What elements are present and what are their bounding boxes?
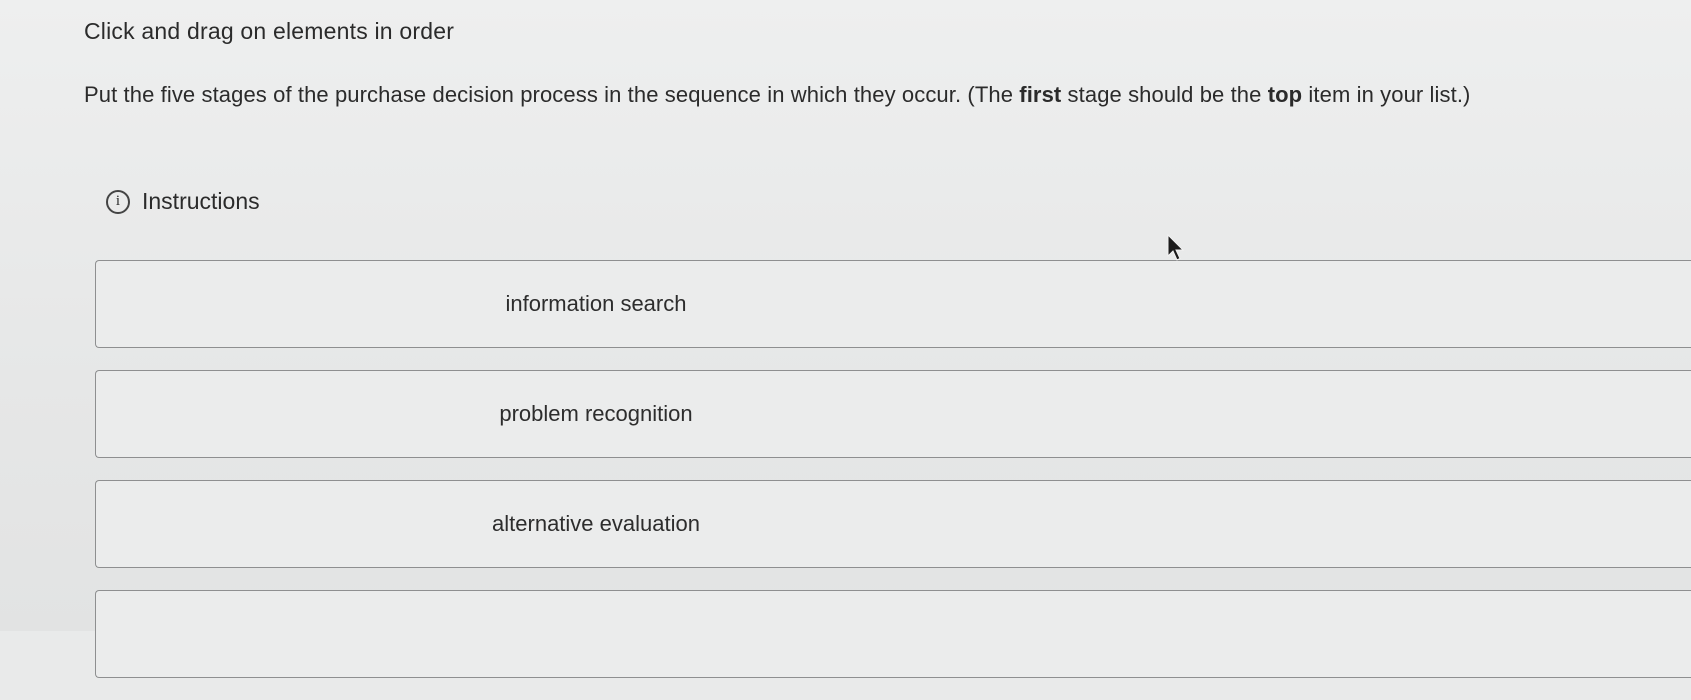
question-bold-top: top	[1267, 82, 1303, 107]
instructions-label: Instructions	[142, 188, 260, 214]
draggable-item-problem-recognition[interactable]: problem recognition	[95, 370, 1691, 458]
mouse-pointer-icon	[1167, 234, 1185, 261]
question-part-1: Put the five stages of the purchase deci…	[84, 82, 1020, 107]
draggable-item-alternative-evaluation[interactable]: alternative evaluation	[95, 480, 1691, 568]
item-label: alternative evaluation	[492, 511, 700, 536]
item-label: information search	[505, 291, 687, 316]
question-part-2: stage should be the	[1061, 82, 1268, 107]
task-heading: Click and drag on elements in order	[84, 18, 455, 44]
question-part-3: item in your list.)	[1302, 82, 1471, 107]
draggable-item-information-search[interactable]: information search	[95, 260, 1691, 348]
sortable-list: information search problem recognition a…	[95, 260, 1691, 700]
question-text: Put the five stages of the purchase deci…	[84, 82, 1470, 108]
item-label: problem recognition	[499, 401, 693, 426]
instructions-toggle[interactable]: i Instructions	[106, 188, 260, 215]
question-bold-first: first	[1019, 82, 1062, 107]
info-icon: i	[106, 189, 130, 214]
page: Click and drag on elements in order Put …	[0, 0, 1691, 678]
draggable-item-partial[interactable]	[95, 590, 1691, 678]
